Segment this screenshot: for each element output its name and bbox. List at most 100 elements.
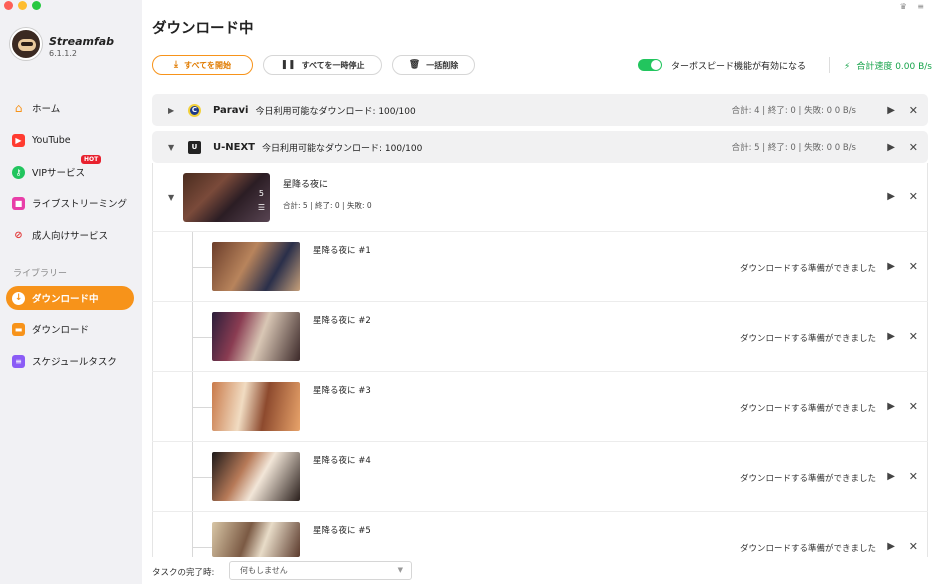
group-service-name: Paravi — [213, 104, 249, 116]
episode-status: ダウンロードする準備ができました — [739, 264, 876, 274]
tree-branch — [192, 407, 212, 408]
main-panel: ♛ ≡ ダウンロード中 ⤓ すべてを開始 ❚❚ すべてを一時停止 🗑 一括削除 … — [142, 0, 932, 584]
sidebar-item-label: スケジュールタスク — [32, 357, 117, 368]
sidebar-item-vip[interactable]: ⚷ VIPサービス HOT — [6, 155, 134, 184]
download-icon: ⤓ — [174, 60, 178, 70]
start-all-label: すべてを開始 — [184, 60, 231, 70]
sidebar-item-adult[interactable]: ⊘ 成人向けサービス — [6, 223, 134, 247]
episode-thumbnail — [212, 312, 300, 361]
delete-all-label: 一括削除 — [426, 60, 459, 70]
episode-title: 星降る夜に #5 — [313, 526, 371, 536]
sidebar-item-home[interactable]: ⌂ ホーム — [6, 96, 134, 120]
episode-title: 星降る夜に #1 — [313, 246, 371, 256]
group-paravi[interactable]: ▶ C Paravi 今日利用可能なダウンロード: 100/100 合計: 4 … — [152, 94, 928, 126]
paravi-logo-icon: C — [188, 103, 201, 117]
close-icon[interactable]: ✕ — [909, 104, 918, 117]
sidebar-item-label: ダウンロード — [32, 325, 90, 336]
episode-row[interactable]: 星降る夜に #1 ダウンロードする準備ができました ▶ ✕ — [152, 232, 928, 302]
play-icon[interactable]: ▶ — [887, 401, 895, 412]
delete-all-button[interactable]: 🗑 一括削除 — [392, 55, 475, 75]
episode-row[interactable]: 星降る夜に #4 ダウンロードする準備ができました ▶ ✕ — [152, 442, 928, 512]
schedule-list-icon: ≡ — [12, 354, 25, 368]
group-stats: 合計: 4 | 終了: 0 | 失敗: 0 0 B/s — [731, 106, 856, 116]
close-icon[interactable]: ✕ — [909, 400, 918, 413]
turbo-speed-label: ターボスピード機能が有効になる — [671, 62, 807, 72]
unext-logo-icon: U — [188, 140, 201, 154]
library-section-label: ライブラリー — [13, 269, 68, 279]
play-icon[interactable]: ▶ — [887, 261, 895, 272]
video-camera-icon: ■ — [12, 196, 25, 210]
group-unext[interactable]: ▼ U U-NEXT 今日利用可能なダウンロード: 100/100 合計: 5 … — [152, 131, 928, 163]
group-quota: 今日利用可能なダウンロード: 100/100 — [255, 106, 416, 117]
lightning-icon: ⚡ — [844, 62, 851, 72]
key-icon: ⚷ — [12, 165, 25, 179]
hot-badge: HOT — [81, 155, 102, 164]
minimize-window-button[interactable] — [18, 1, 27, 10]
episode-row[interactable]: 星降る夜に #5 ダウンロードする準備ができました ▶ ✕ — [152, 512, 928, 557]
caret-down-icon[interactable]: ▼ — [168, 143, 178, 152]
task-complete-label: タスクの完了時: — [152, 568, 215, 578]
start-all-button[interactable]: ⤓ すべてを開始 — [152, 55, 253, 75]
close-icon[interactable]: ✕ — [909, 540, 918, 553]
tree-branch — [192, 267, 212, 268]
tree-branch — [192, 477, 212, 478]
folder-icon: ▬ — [12, 322, 25, 336]
trash-icon: 🗑 — [408, 60, 421, 70]
tree-branch — [192, 547, 212, 548]
header-divider — [829, 57, 830, 73]
sidebar-item-label: ダウンロード中 — [32, 294, 99, 305]
close-icon[interactable]: ✕ — [909, 260, 918, 273]
close-icon[interactable]: ✕ — [909, 330, 918, 343]
task-complete-select[interactable]: 何もしません ▼ — [229, 561, 412, 580]
caret-right-icon[interactable]: ▶ — [168, 106, 178, 115]
play-icon[interactable]: ▶ — [887, 331, 895, 342]
episode-row[interactable]: 星降る夜に #3 ダウンロードする準備ができました ▶ ✕ — [152, 372, 928, 442]
sidebar-item-youtube[interactable]: ▶ YouTube — [6, 128, 134, 152]
sidebar-item-label: ライブストリーミング — [32, 199, 128, 210]
episode-status: ダウンロードする準備ができました — [739, 544, 876, 554]
sidebar-item-downloading[interactable]: ↓ ダウンロード中 — [6, 286, 134, 310]
play-icon[interactable]: ▶ — [887, 142, 895, 153]
app-logo — [10, 28, 42, 60]
tree-branch — [192, 337, 212, 338]
pause-all-button[interactable]: ❚❚ すべてを一時停止 — [263, 55, 382, 75]
episode-thumbnail — [212, 522, 300, 557]
sidebar: Streamfab 6.1.1.2 ⌂ ホーム ▶ YouTube ⚷ VIPサ… — [0, 0, 142, 584]
sidebar-item-live-streaming[interactable]: ■ ライブストリーミング — [6, 191, 134, 215]
series-row[interactable]: ▼ 5 ☰ 星降る夜に 合計: 5 | 終了: 0 | 失敗: 0 ▶ ✕ — [152, 163, 928, 232]
window-menu-icons[interactable]: ♛ ≡ — [900, 2, 928, 11]
close-window-button[interactable] — [4, 1, 13, 10]
play-icon[interactable]: ▶ — [887, 105, 895, 116]
series-episode-count: 5 — [258, 189, 264, 198]
sidebar-item-downloaded[interactable]: ▬ ダウンロード — [6, 317, 134, 341]
app-brand: Streamfab — [49, 35, 115, 48]
task-complete-value: 何もしません — [240, 566, 288, 575]
group-stats: 合計: 5 | 終了: 0 | 失敗: 0 0 B/s — [731, 143, 856, 153]
close-icon[interactable]: ✕ — [909, 141, 918, 154]
play-icon[interactable]: ▶ — [887, 541, 895, 552]
episode-status: ダウンロードする準備ができました — [739, 334, 876, 344]
footer-bar: タスクの完了時: 何もしません ▼ — [142, 557, 932, 584]
caret-down-icon[interactable]: ▼ — [168, 193, 174, 202]
maximize-window-button[interactable] — [32, 1, 41, 10]
total-speed: ⚡ 合計速度 0.00 B/s — [844, 59, 932, 72]
turbo-speed-toggle[interactable] — [638, 59, 662, 71]
episode-thumbnail — [212, 242, 300, 291]
download-arrow-icon: ↓ — [12, 291, 25, 305]
home-icon: ⌂ — [14, 101, 23, 115]
episode-title: 星降る夜に #3 — [313, 386, 371, 396]
play-icon[interactable]: ▶ — [887, 191, 895, 202]
sidebar-item-label: YouTube — [32, 134, 71, 146]
sidebar-item-label: VIPサービス — [32, 168, 86, 179]
group-quota: 今日利用可能なダウンロード: 100/100 — [262, 143, 423, 154]
episode-title: 星降る夜に #4 — [313, 456, 371, 466]
play-icon[interactable]: ▶ — [887, 471, 895, 482]
total-speed-label: 合計速度 0.00 B/s — [856, 62, 932, 72]
sidebar-item-schedule[interactable]: ≡ スケジュールタスク — [6, 349, 134, 373]
group-service-name: U-NEXT — [213, 141, 256, 153]
series-title: 星降る夜に — [283, 180, 329, 190]
episode-row[interactable]: 星降る夜に #2 ダウンロードする準備ができました ▶ ✕ — [152, 302, 928, 372]
close-icon[interactable]: ✕ — [909, 190, 918, 203]
adult-icon: ⊘ — [14, 229, 23, 241]
close-icon[interactable]: ✕ — [909, 470, 918, 483]
